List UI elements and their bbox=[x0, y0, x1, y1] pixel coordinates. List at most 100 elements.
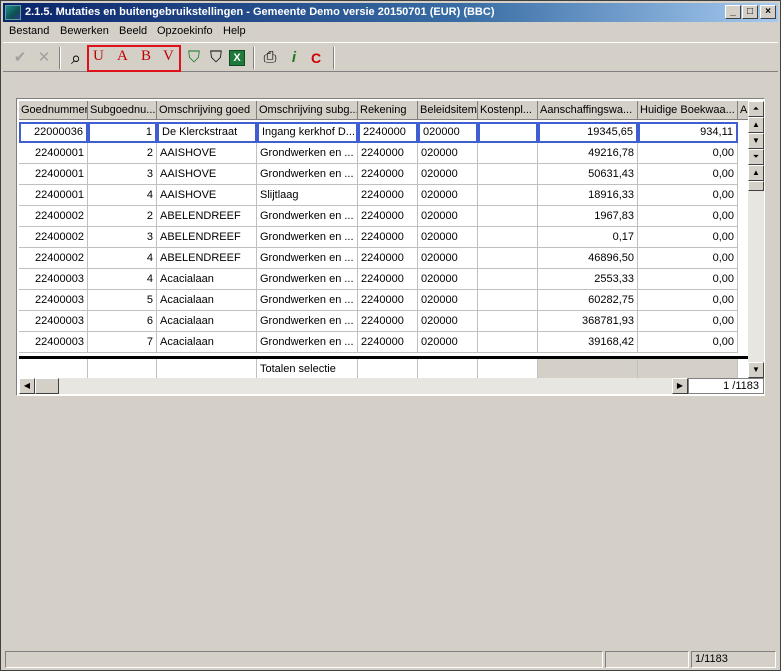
cell-rekening[interactable]: 2240000 bbox=[358, 269, 418, 290]
cell-aanschaffingswaarde[interactable]: 18916,33 bbox=[538, 185, 638, 206]
maximize-button[interactable]: □ bbox=[742, 5, 758, 19]
cell-rekening[interactable]: 2240000 bbox=[358, 185, 418, 206]
table-row[interactable]: 22400002 2 ABELENDREEF Grondwerken en ... 22… bbox=[19, 206, 738, 227]
cell-omschrijving-goed[interactable]: AAISHOVE bbox=[157, 185, 257, 206]
cell-kostenplaats[interactable] bbox=[478, 269, 538, 290]
cell-huidige-boekwaarde[interactable]: 0,00 bbox=[638, 269, 738, 290]
cell-subgoednummer[interactable]: 3 bbox=[88, 164, 157, 185]
cell-goednummer[interactable]: 22400003 bbox=[19, 290, 88, 311]
table-row[interactable]: 22400003 6 Acacialaan Grondwerken en ... 224… bbox=[19, 311, 738, 332]
table-row[interactable]: 22400002 3 ABELENDREEF Grondwerken en ... 22… bbox=[19, 227, 738, 248]
search-icon[interactable]: ⌕ bbox=[65, 47, 87, 69]
print-icon[interactable]: ⎙ bbox=[259, 47, 281, 69]
cell-aanschaffingswaarde[interactable]: 1967,83 bbox=[538, 206, 638, 227]
cell-goednummer[interactable]: 22000036 bbox=[19, 122, 88, 143]
table-row[interactable]: 22400001 3 AAISHOVE Grondwerken en ... 22400… bbox=[19, 164, 738, 185]
cell-omschrijving-goed[interactable]: Acacialaan bbox=[157, 332, 257, 353]
cell-omschrijving-goed[interactable]: Acacialaan bbox=[157, 269, 257, 290]
cell-omschrijving-goed[interactable]: ABELENDREEF bbox=[157, 206, 257, 227]
table-row[interactable]: 22400003 4 Acacialaan Grondwerken en ... 224… bbox=[19, 269, 738, 290]
cell-omschrijving-subgoed[interactable]: Grondwerken en ... bbox=[257, 248, 358, 269]
cell-beleidsitem[interactable]: 020000 bbox=[418, 164, 478, 185]
cell-kostenplaats[interactable] bbox=[478, 185, 538, 206]
cell-beleidsitem[interactable]: 020000 bbox=[418, 122, 478, 143]
button-u[interactable]: U bbox=[93, 48, 104, 65]
cell-huidige-boekwaarde[interactable]: 0,00 bbox=[638, 311, 738, 332]
title-bar[interactable]: 2.1.5. Mutaties en buitengebruikstelling… bbox=[3, 3, 778, 22]
scroll-right-arrow-icon[interactable]: ▶ bbox=[672, 378, 688, 394]
scroll-down-arrow-icon[interactable]: ▼ bbox=[748, 362, 764, 378]
cell-rekening[interactable]: 2240000 bbox=[358, 143, 418, 164]
cell-goednummer[interactable]: 22400001 bbox=[19, 143, 88, 164]
column-header-beleidsitem[interactable]: Beleidsitem bbox=[418, 101, 478, 120]
cell-huidige-boekwaarde[interactable]: 0,00 bbox=[638, 332, 738, 353]
cell-kostenplaats[interactable] bbox=[478, 143, 538, 164]
cell-beleidsitem[interactable]: 020000 bbox=[418, 332, 478, 353]
minimize-button[interactable]: _ bbox=[725, 5, 741, 19]
cell-beleidsitem[interactable]: 020000 bbox=[418, 227, 478, 248]
cell-goednummer[interactable]: 22400001 bbox=[19, 164, 88, 185]
cell-omschrijving-goed[interactable]: AAISHOVE bbox=[157, 164, 257, 185]
column-header-aanschaffingswaarde[interactable]: Aanschaffingswa... bbox=[538, 101, 638, 120]
cell-aanschaffingswaarde[interactable]: 0,17 bbox=[538, 227, 638, 248]
menu-bestand[interactable]: Bestand bbox=[9, 25, 49, 37]
cell-huidige-boekwaarde[interactable]: 0,00 bbox=[638, 185, 738, 206]
cell-omschrijving-subgoed[interactable]: Grondwerken en ... bbox=[257, 206, 358, 227]
cell-huidige-boekwaarde[interactable]: 0,00 bbox=[638, 248, 738, 269]
table-row[interactable]: 22400001 4 AAISHOVE Slijtlaag 2240000 020000 1… bbox=[19, 185, 738, 206]
cell-kostenplaats[interactable] bbox=[478, 290, 538, 311]
button-b[interactable]: B bbox=[141, 48, 151, 65]
column-header-subgoednummer[interactable]: Subgoednu... bbox=[88, 101, 157, 120]
cell-omschrijving-goed[interactable]: Acacialaan bbox=[157, 311, 257, 332]
menu-bewerken[interactable]: Bewerken bbox=[60, 25, 109, 37]
cell-aanschaffingswaarde[interactable]: 2553,33 bbox=[538, 269, 638, 290]
cell-huidige-boekwaarde[interactable]: 934,11 bbox=[638, 122, 738, 143]
cell-beleidsitem[interactable]: 020000 bbox=[418, 311, 478, 332]
horizontal-scrollbar[interactable]: ◀ ▶ 1 /1183 bbox=[19, 378, 764, 394]
cell-omschrijving-subgoed[interactable]: Ingang kerkhof D... bbox=[257, 122, 358, 143]
cell-beleidsitem[interactable]: 020000 bbox=[418, 269, 478, 290]
table-row-selected[interactable]: 22000036 1 De Klerckstraat Ingang kerkhof D… bbox=[19, 122, 738, 143]
cell-omschrijving-goed[interactable]: Acacialaan bbox=[157, 290, 257, 311]
cell-goednummer[interactable]: 22400003 bbox=[19, 269, 88, 290]
close-button[interactable]: × bbox=[760, 5, 776, 19]
table-row[interactable]: 22400001 2 AAISHOVE Grondwerken en ... 22400… bbox=[19, 143, 738, 164]
cell-aanschaffingswaarde[interactable]: 368781,93 bbox=[538, 311, 638, 332]
cell-goednummer[interactable]: 22400003 bbox=[19, 311, 88, 332]
scroll-left-arrow-icon[interactable]: ◀ bbox=[19, 378, 35, 394]
filter-green-icon[interactable]: ⛉ bbox=[183, 47, 205, 69]
cell-omschrijving-subgoed[interactable]: Grondwerken en ... bbox=[257, 332, 358, 353]
cell-rekening[interactable]: 2240000 bbox=[358, 290, 418, 311]
confirm-checkmark-icon[interactable]: ✔ bbox=[9, 47, 31, 69]
cell-aanschaffingswaarde[interactable]: 49216,78 bbox=[538, 143, 638, 164]
cell-subgoednummer[interactable]: 3 bbox=[88, 227, 157, 248]
column-header-omschrijving-goed[interactable]: Omschrijving goed bbox=[157, 101, 257, 120]
cell-kostenplaats[interactable] bbox=[478, 332, 538, 353]
cell-omschrijving-goed[interactable]: ABELENDREEF bbox=[157, 227, 257, 248]
scroll-page-up-icon[interactable]: ▲ bbox=[748, 117, 764, 133]
cell-omschrijving-subgoed[interactable]: Grondwerken en ... bbox=[257, 269, 358, 290]
cell-beleidsitem[interactable]: 020000 bbox=[418, 143, 478, 164]
cell-huidige-boekwaarde[interactable]: 0,00 bbox=[638, 290, 738, 311]
scroll-first-icon[interactable]: ⏶ bbox=[748, 101, 764, 117]
column-header-huidige-boekwaarde[interactable]: Huidige Boekwaa... bbox=[638, 101, 738, 120]
table-row[interactable]: 22400003 5 Acacialaan Grondwerken en ... 224… bbox=[19, 290, 738, 311]
column-header-rekening[interactable]: Rekening bbox=[358, 101, 418, 120]
cell-huidige-boekwaarde[interactable]: 0,00 bbox=[638, 143, 738, 164]
menu-beeld[interactable]: Beeld bbox=[119, 25, 147, 37]
cell-kostenplaats[interactable] bbox=[478, 311, 538, 332]
cell-subgoednummer[interactable]: 5 bbox=[88, 290, 157, 311]
cell-rekening[interactable]: 2240000 bbox=[358, 248, 418, 269]
cell-omschrijving-goed[interactable]: De Klerckstraat bbox=[157, 122, 257, 143]
cell-omschrijving-goed[interactable]: AAISHOVE bbox=[157, 143, 257, 164]
cell-subgoednummer[interactable]: 7 bbox=[88, 332, 157, 353]
filter-empty-icon[interactable]: ⛉ bbox=[205, 47, 227, 69]
scroll-last-icon[interactable]: ⏷ bbox=[748, 149, 764, 165]
menu-opzoekinfo[interactable]: Opzoekinfo bbox=[157, 25, 213, 37]
cell-huidige-boekwaarde[interactable]: 0,00 bbox=[638, 227, 738, 248]
cell-omschrijving-subgoed[interactable]: Grondwerken en ... bbox=[257, 164, 358, 185]
cell-rekening[interactable]: 2240000 bbox=[358, 122, 418, 143]
excel-export-icon[interactable]: X bbox=[229, 50, 245, 66]
button-v[interactable]: V bbox=[163, 48, 174, 65]
cell-subgoednummer[interactable]: 6 bbox=[88, 311, 157, 332]
